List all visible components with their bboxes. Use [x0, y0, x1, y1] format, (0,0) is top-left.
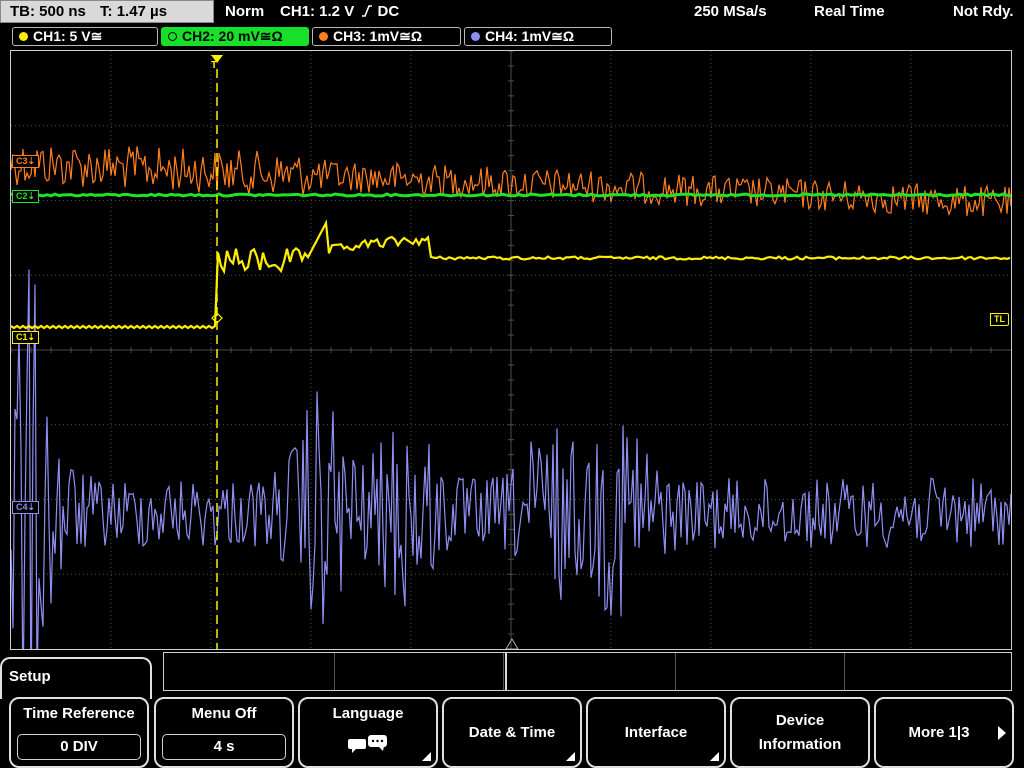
- time-reference-softkey[interactable]: Time Reference 0 DIV: [9, 697, 149, 768]
- trigger-level-marker[interactable]: TL: [990, 313, 1009, 326]
- more-label: More 1|3: [908, 723, 970, 741]
- submenu-corner-icon: [566, 752, 575, 761]
- trigger-time-value: T: 1.47 µs: [100, 3, 168, 20]
- submenu-corner-icon: [422, 752, 431, 761]
- ch3-ground-marker[interactable]: C3⇣: [12, 155, 40, 168]
- device-information-softkey[interactable]: Device Information: [730, 697, 870, 768]
- ruler-tick: [844, 653, 845, 690]
- waveform-display[interactable]: T C3⇣ C2⇣ C1⇣ C4⇣ TL: [10, 50, 1012, 650]
- submenu-corner-icon: [710, 752, 719, 761]
- menu-off-softkey[interactable]: Menu Off 4 s: [154, 697, 294, 768]
- ch1-ground-marker[interactable]: C1⇣: [12, 331, 40, 344]
- ch2-waveform: [11, 192, 1011, 198]
- acquisition-state: Not Rdy.: [953, 3, 1014, 20]
- trigger-source[interactable]: CH1: 1.2 V DC: [280, 0, 399, 24]
- ruler-tick: [503, 653, 504, 690]
- ch1-label-text: CH1: 5 V≅: [33, 28, 103, 44]
- date-time-label: Date & Time: [468, 723, 556, 741]
- trigger-mode[interactable]: Norm: [225, 0, 264, 24]
- menu-off-label: Menu Off: [191, 705, 257, 722]
- waveform-canvas: [11, 51, 1011, 649]
- graticule: [11, 51, 1011, 649]
- acquisition-mode[interactable]: Real Time: [814, 0, 885, 24]
- channel-ch4-label[interactable]: CH4: 1mV≅Ω: [464, 27, 612, 46]
- rising-edge-icon: [362, 1, 373, 17]
- ch4-label-text: CH4: 1mV≅Ω: [485, 28, 575, 44]
- device-information-line2: Information: [758, 735, 842, 753]
- horizontal-center-icon: [505, 638, 519, 649]
- sample-rate: 250 MSa/s: [694, 3, 767, 20]
- menu-title-tab: Setup: [0, 657, 152, 699]
- next-page-arrow-icon: [998, 725, 1006, 740]
- channel-dot-icon: [471, 32, 480, 41]
- menu-off-value: 4 s: [162, 734, 286, 760]
- date-time-softkey[interactable]: Date & Time: [442, 697, 582, 768]
- status-bar: TB: 500 ns T: 1.47 µs Norm CH1: 1.2 V DC…: [0, 0, 1024, 24]
- time-reference-value: 0 DIV: [17, 734, 141, 760]
- timebase-value: TB: 500 ns: [10, 3, 86, 20]
- ch3-label-text: CH3: 1mV≅Ω: [333, 28, 423, 44]
- channel-ch3-label[interactable]: CH3: 1mV≅Ω: [312, 27, 461, 46]
- ch2-ground-marker[interactable]: C2⇣: [12, 190, 40, 203]
- channel-dot-icon: [319, 32, 328, 41]
- ruler-tick: [675, 653, 676, 690]
- trigger-coupling: DC: [377, 3, 400, 20]
- speech-bubble-icon: [348, 735, 388, 758]
- time-reference-label: Time Reference: [23, 705, 135, 722]
- timebase-box[interactable]: TB: 500 ns T: 1.47 µs: [0, 0, 214, 23]
- ruler-center-mark: [505, 653, 507, 690]
- interface-softkey[interactable]: Interface: [586, 697, 726, 768]
- horizontal-ruler: [163, 652, 1012, 691]
- language-label: Language: [332, 705, 404, 722]
- channel-dot-icon: [168, 32, 177, 41]
- ch2-label-text: CH2: 20 mV≅Ω: [182, 28, 283, 44]
- language-softkey[interactable]: Language: [298, 697, 438, 768]
- channel-ch2-label[interactable]: CH2: 20 mV≅Ω: [161, 27, 309, 46]
- trigger-source-label: CH1: 1.2 V: [280, 3, 355, 20]
- trigger-position-label: T: [211, 60, 218, 71]
- channel-dot-icon: [19, 32, 28, 41]
- channel-ch1-label[interactable]: CH1: 5 V≅: [12, 27, 158, 46]
- channel-bar: CH1: 5 V≅ CH2: 20 mV≅Ω CH3: 1mV≅Ω CH4: 1…: [0, 27, 1024, 47]
- device-information-label: Device Information: [732, 709, 868, 757]
- ruler-tick: [334, 653, 335, 690]
- device-information-line1: Device: [775, 711, 825, 729]
- ch4-ground-marker[interactable]: C4⇣: [12, 501, 40, 514]
- interface-label: Interface: [624, 723, 688, 741]
- more-softkey[interactable]: More 1|3: [874, 697, 1014, 768]
